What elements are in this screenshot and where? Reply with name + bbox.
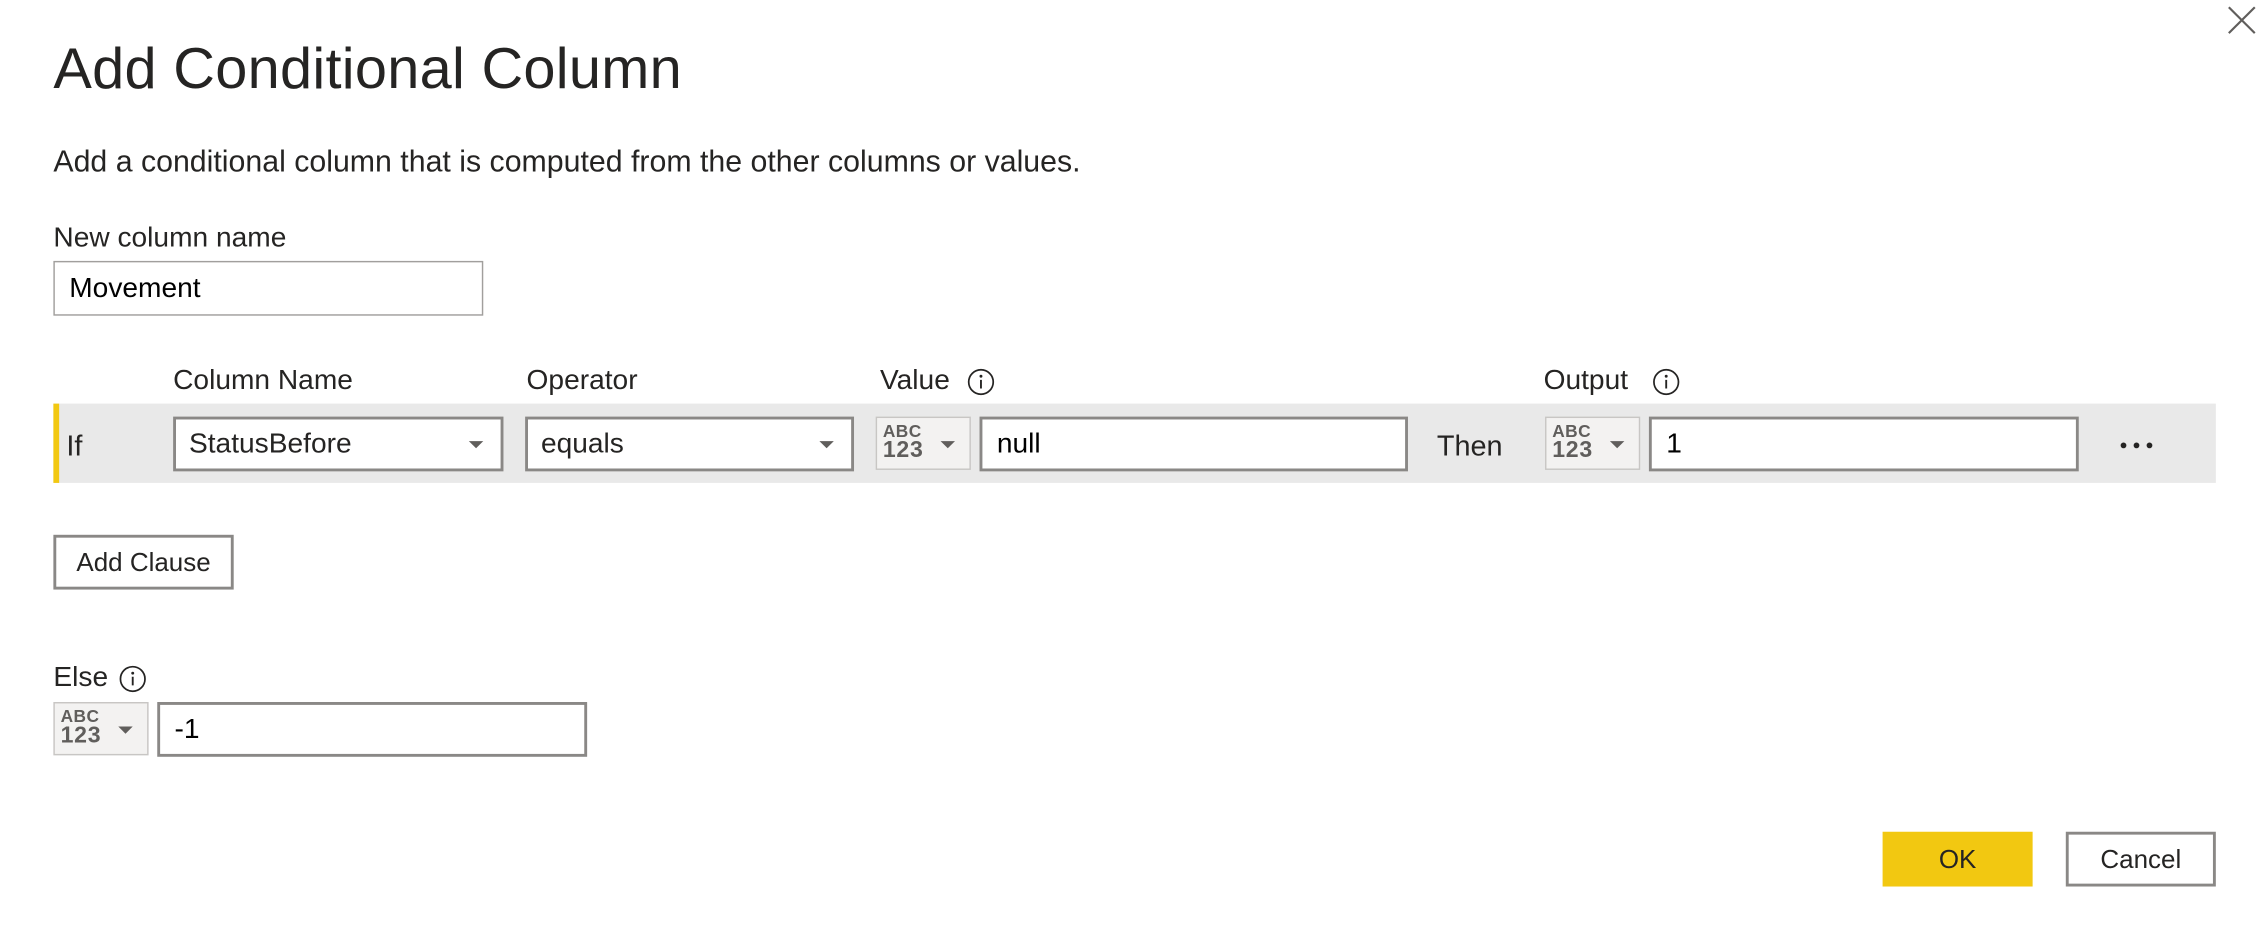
chevron-down-icon bbox=[468, 441, 484, 449]
column-name-header: Column Name bbox=[173, 364, 353, 397]
column-name-dropdown[interactable]: StatusBefore bbox=[173, 416, 504, 472]
else-label: Else bbox=[53, 661, 109, 694]
add-clause-button[interactable]: Add Clause bbox=[53, 534, 234, 590]
abc-123-type-icon: ABC 123 bbox=[1552, 420, 1593, 463]
value-header: Value bbox=[879, 364, 950, 397]
else-type-dropdown[interactable]: ABC 123 bbox=[53, 702, 149, 756]
else-info-button[interactable] bbox=[118, 665, 147, 701]
info-icon bbox=[119, 665, 146, 693]
operator-header: Operator bbox=[526, 364, 638, 397]
abc-123-type-icon: ABC 123 bbox=[60, 706, 102, 749]
output-header: Output bbox=[1543, 364, 1629, 397]
dialog-subtitle: Add a conditional column that is compute… bbox=[53, 145, 1081, 179]
operator-dropdown[interactable]: equals bbox=[525, 416, 855, 472]
column-name-selected: StatusBefore bbox=[188, 427, 352, 460]
close-button[interactable] bbox=[2222, 0, 2262, 40]
new-column-name-input[interactable] bbox=[53, 260, 484, 316]
chevron-down-icon bbox=[819, 441, 834, 449]
add-conditional-column-dialog: Add Conditional Column Add a conditional… bbox=[0, 0, 2262, 937]
clause-selection-accent bbox=[53, 403, 60, 483]
info-icon bbox=[1653, 368, 1680, 396]
if-label: If bbox=[66, 431, 83, 463]
ok-button[interactable]: OK bbox=[1882, 831, 2033, 887]
then-label: Then bbox=[1436, 431, 1503, 463]
value-type-dropdown[interactable]: ABC 123 bbox=[875, 416, 971, 470]
value-info-button[interactable] bbox=[967, 368, 996, 404]
output-input[interactable] bbox=[1648, 416, 2079, 472]
cancel-button[interactable]: Cancel bbox=[2065, 831, 2216, 887]
output-type-dropdown[interactable]: ABC 123 bbox=[1545, 416, 1641, 470]
chevron-down-icon bbox=[118, 725, 133, 734]
new-column-name-label: New column name bbox=[53, 221, 287, 254]
chevron-down-icon bbox=[1609, 440, 1625, 448]
more-options-button[interactable] bbox=[2109, 425, 2164, 465]
abc-123-type-icon: ABC 123 bbox=[882, 420, 924, 463]
output-info-button[interactable] bbox=[1652, 368, 1681, 404]
else-value-input[interactable] bbox=[157, 702, 588, 757]
value-input[interactable] bbox=[979, 416, 1408, 472]
operator-selected: equals bbox=[540, 427, 624, 460]
info-icon bbox=[967, 368, 995, 396]
close-icon bbox=[2228, 6, 2256, 34]
chevron-down-icon bbox=[940, 440, 956, 448]
dialog-title: Add Conditional Column bbox=[53, 37, 683, 101]
ellipsis-icon bbox=[2120, 442, 2127, 449]
